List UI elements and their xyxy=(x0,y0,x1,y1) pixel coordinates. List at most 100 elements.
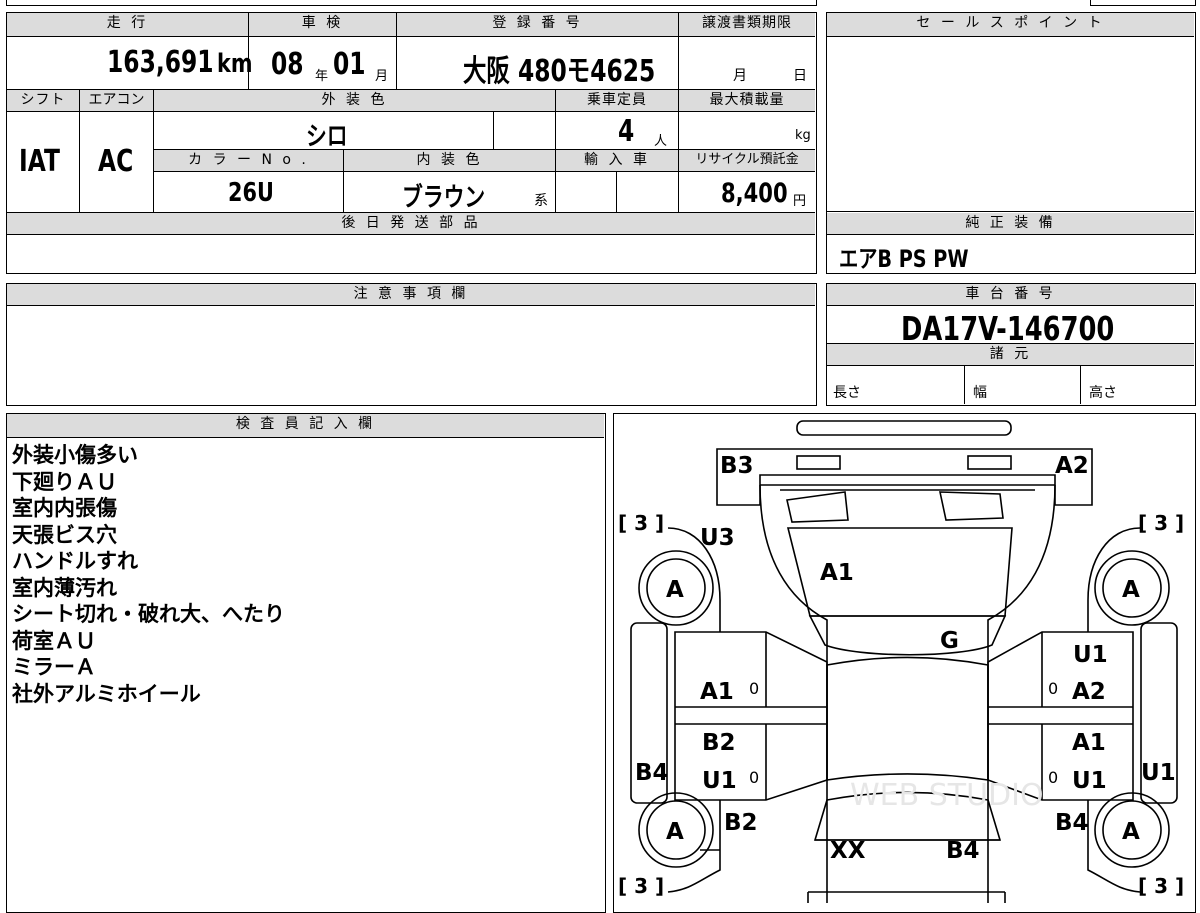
zero-mark: 0 xyxy=(1048,679,1058,698)
interior-color-value: ブラウン xyxy=(402,183,486,213)
capacity-cell: 4 人 xyxy=(556,112,679,150)
exterior-color-cell: シロ xyxy=(154,112,494,152)
import-cell-2 xyxy=(617,172,679,212)
month-unit: 月 xyxy=(375,69,389,84)
inspection-cell: 08 年 01 月 xyxy=(249,37,397,89)
note-item: 社外アルミホイール xyxy=(12,681,201,706)
tire-grade-fr: A xyxy=(1122,577,1140,603)
label-a1-hood: A1 xyxy=(820,560,854,586)
watermark: WEB STUDIO xyxy=(850,778,1044,813)
note-item: 室内薄汚れ xyxy=(12,575,117,600)
label-b3: B3 xyxy=(720,453,754,479)
note-item: シート切れ・破れ大、へたり xyxy=(12,602,285,626)
chassis-header: 車 台 番 号 xyxy=(827,284,1194,306)
mileage-value: 163,691 xyxy=(107,45,214,80)
sales-point-box: セ ー ル ス ポ イ ン ト 純 正 装 備 エアB PS PW xyxy=(826,12,1196,274)
chassis-cell: DA17V-146700 xyxy=(827,306,1194,348)
max-load-header: 最大積載量 xyxy=(679,90,815,112)
chassis-value: DA17V-146700 xyxy=(901,309,1115,348)
label-b4-rear: B4 xyxy=(1055,810,1089,836)
color-no-value: 26U xyxy=(228,178,274,208)
tire-grade-fl: A xyxy=(666,577,684,603)
front-body-outline xyxy=(716,448,1093,506)
zero-mark: 0 xyxy=(749,768,759,787)
inspection-header: 車 検 xyxy=(249,13,397,37)
label-u3: U3 xyxy=(700,525,735,551)
width-label: 幅 xyxy=(973,385,987,401)
zero-mark: 0 xyxy=(1048,768,1058,787)
transfer-deadline-header: 譲渡書類期限 xyxy=(679,13,815,37)
mileage-cell: 163,691 km xyxy=(7,37,253,89)
label-a2-right: A2 xyxy=(1072,679,1106,705)
max-load-cell: kg xyxy=(679,112,815,150)
exterior-extra-cell xyxy=(494,112,556,150)
vent-left xyxy=(786,491,849,523)
interior-color-cell: ブラウン 系 xyxy=(344,172,556,213)
bracket-br: [ 3 ] xyxy=(1138,874,1184,898)
bracket-tr: [ 3 ] xyxy=(1138,511,1184,535)
height-label: 高さ xyxy=(1089,385,1117,401)
aircon-header: エアコン xyxy=(80,90,154,112)
label-b2-rear: B2 xyxy=(724,810,758,836)
tire-grade-rl: A xyxy=(666,819,684,845)
note-item: ミラーＡ xyxy=(12,655,96,679)
car-diagram: WEB STUDIO B3 A2 U3 A1 G U1 A1 A2 B2 A1 … xyxy=(618,420,1184,903)
rear-bumper-outline xyxy=(807,891,1006,903)
sales-point-header: セ ー ル ス ポ イ ン ト xyxy=(827,13,1194,37)
recycle-fee-cell: 8,400 円 xyxy=(679,172,815,212)
shift-header: シフト xyxy=(7,90,80,112)
left-door-divider xyxy=(675,706,827,725)
genuine-equipment-value: エアB PS PW xyxy=(839,245,969,273)
specs-header: 諸 元 xyxy=(827,344,1194,366)
label-g: G xyxy=(940,628,959,654)
registration-value: 大阪 480モ4625 xyxy=(463,54,656,89)
inspector-notes-box: 検 査 員 記 入 欄 外装小傷多い 下廻りＡＵ 室内内張傷 天張ビス穴 ハンド… xyxy=(6,413,606,913)
vehicle-info-table: 走 行 車 検 登 録 番 号 譲渡書類期限 163,691 km 08 年 0… xyxy=(6,12,817,274)
color-no-cell: 26U xyxy=(154,172,344,212)
mileage-header: 走 行 xyxy=(7,13,249,37)
label-a1-right: A1 xyxy=(1072,730,1106,756)
right-doors-outline xyxy=(987,631,1134,801)
year-unit: 年 xyxy=(315,69,329,84)
genuine-equipment-header: 純 正 装 備 xyxy=(827,213,1194,235)
label-u1-right-2: U1 xyxy=(1072,768,1107,794)
inspector-notes-header: 検 査 員 記 入 欄 xyxy=(7,414,604,438)
note-item: 荷室ＡＵ xyxy=(12,628,96,653)
label-b4-side: B4 xyxy=(635,760,669,786)
sales-point-cell xyxy=(827,37,1194,212)
left-rear-fender xyxy=(667,800,721,893)
length-cell: 長さ xyxy=(827,366,965,404)
deadline-month: 月 xyxy=(733,68,747,84)
exterior-color-value: シロ xyxy=(306,122,348,152)
label-u1-right: U1 xyxy=(1073,642,1108,668)
top-strip-right xyxy=(1090,0,1196,6)
zero-mark: 0 xyxy=(749,679,759,698)
shift-value: IAT xyxy=(19,144,60,179)
right-rear-fender xyxy=(1087,800,1141,893)
recycle-fee-value: 8,400 xyxy=(721,178,788,209)
label-b4-bottom: B4 xyxy=(946,838,980,864)
max-load-unit: kg xyxy=(795,128,811,143)
chassis-box: 車 台 番 号 DA17V-146700 諸 元 長さ 幅 高さ xyxy=(826,283,1196,406)
caution-box: 注 意 事 項 欄 xyxy=(6,283,817,406)
aircon-value: AC xyxy=(98,144,134,179)
note-item: 天張ビス穴 xyxy=(12,522,117,547)
width-cell: 幅 xyxy=(965,366,1081,404)
headlight-left xyxy=(796,455,841,470)
label-b2-left: B2 xyxy=(702,730,736,756)
roof-outline xyxy=(826,656,989,781)
capacity-value: 4 xyxy=(618,114,635,149)
caution-header: 注 意 事 項 欄 xyxy=(7,284,815,306)
later-parts-cell xyxy=(7,235,815,272)
genuine-equipment-cell: エアB PS PW xyxy=(827,235,1194,273)
label-a2-top: A2 xyxy=(1055,453,1089,479)
yen-unit: 円 xyxy=(793,194,807,209)
tire-grade-rr: A xyxy=(1122,819,1140,845)
exterior-color-header: 外 装 色 xyxy=(154,90,556,112)
headlight-right xyxy=(967,455,1012,470)
length-label: 長さ xyxy=(833,385,861,401)
label-a1-left: A1 xyxy=(700,679,734,705)
bracket-tl: [ 3 ] xyxy=(618,511,664,535)
import-car-header: 輸 入 車 xyxy=(556,150,679,172)
shift-cell: IAT xyxy=(7,112,80,212)
